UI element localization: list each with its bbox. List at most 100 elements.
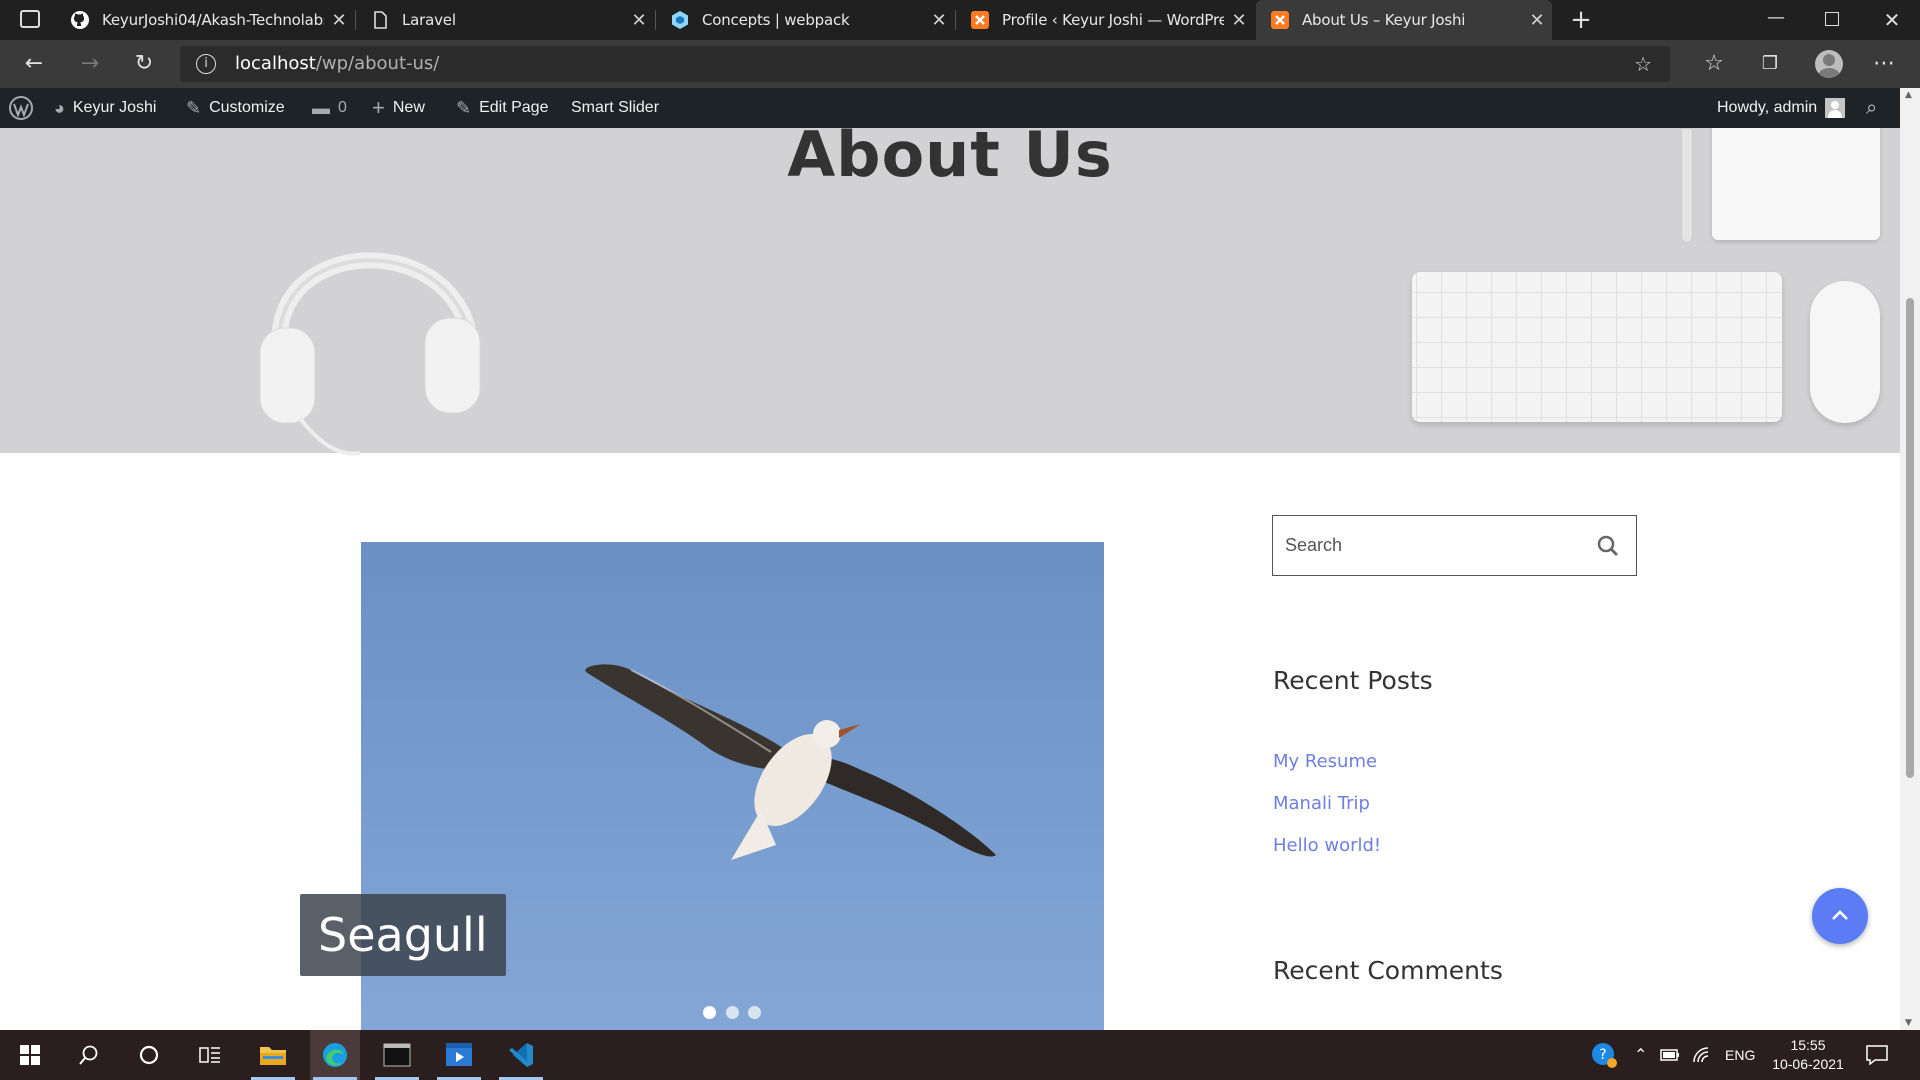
tab-laravel[interactable]: Laravel ✕ xyxy=(356,0,654,40)
settings-more-icon[interactable]: ⋯ xyxy=(1868,48,1900,80)
add-favorite-icon[interactable]: ☆ xyxy=(1634,46,1652,82)
close-icon[interactable]: ✕ xyxy=(1224,10,1254,31)
recent-posts-heading: Recent Posts xyxy=(1273,666,1433,695)
edge-icon xyxy=(323,1043,347,1067)
customize-menu[interactable]: ✎ Customize xyxy=(186,88,285,128)
vscode-button[interactable] xyxy=(496,1030,546,1080)
page-content: About Us Seagull Recent Posts My Resume … xyxy=(0,128,1900,1030)
search-button[interactable] xyxy=(64,1030,114,1080)
chevron-up-icon xyxy=(1832,910,1848,920)
search-input[interactable] xyxy=(1285,516,1585,575)
page-icon xyxy=(374,11,387,29)
terminal-button[interactable] xyxy=(372,1030,422,1080)
task-view-button[interactable] xyxy=(185,1030,235,1080)
browser-toolbar: ← → ↻ i localhost/wp/about-us/ ☆ ☆ ❐ ⋯ xyxy=(0,40,1920,88)
back-button[interactable]: ← xyxy=(18,48,50,80)
recent-post-link[interactable]: My Resume xyxy=(1273,751,1377,772)
headphones-image xyxy=(259,252,481,456)
close-window-button[interactable]: ✕ xyxy=(1876,0,1908,40)
chevron-up-icon: ⌃ xyxy=(1634,1047,1648,1064)
clock[interactable]: 15:55 10-06-2021 xyxy=(1768,1030,1848,1080)
site-name-label: Keyur Joshi xyxy=(72,99,157,116)
tab-wp-profile[interactable]: Profile ‹ Keyur Joshi — WordPress ✕ xyxy=(956,0,1254,40)
help-tray-icon[interactable]: ? xyxy=(1590,1030,1618,1080)
smart-slider-label: Smart Slider xyxy=(571,99,660,116)
media-icon xyxy=(446,1043,472,1066)
new-tab-button[interactable]: + xyxy=(1565,4,1597,36)
site-info-icon[interactable]: i xyxy=(196,54,216,74)
scrollbar-thumb[interactable] xyxy=(1906,298,1914,778)
tab-title: KeyurJoshi04/Akash-Technolabs xyxy=(102,11,324,29)
mouse-image xyxy=(1810,281,1880,423)
close-icon[interactable]: ✕ xyxy=(324,10,354,31)
restore-button[interactable] xyxy=(1825,12,1839,26)
pencil-icon: ✎ xyxy=(456,97,472,118)
scroll-to-top-button[interactable] xyxy=(1812,888,1868,944)
wp-logo-menu[interactable] xyxy=(8,88,34,128)
admin-avatar xyxy=(1825,98,1846,118)
keyboard-image xyxy=(1412,272,1782,422)
new-content-menu[interactable]: + New xyxy=(372,88,425,128)
howdy-label: Howdy, admin xyxy=(1717,99,1818,116)
tab-title: About Us – Keyur Joshi xyxy=(1302,11,1466,29)
page-scrollbar[interactable]: ▲ ▼ xyxy=(1900,88,1920,1030)
start-button[interactable] xyxy=(5,1030,55,1080)
windows-taskbar: ? ⌃ ENG 15:55 10-06-2021 xyxy=(0,1030,1920,1080)
cortana-icon xyxy=(139,1045,159,1065)
edit-page-menu[interactable]: ✎ Edit Page xyxy=(456,88,548,128)
show-hidden-icons-button[interactable]: ⌃ xyxy=(1634,1030,1647,1080)
address-bar[interactable]: i localhost/wp/about-us/ ☆ xyxy=(180,46,1670,82)
page-title: About Us xyxy=(787,128,1113,191)
edge-button[interactable] xyxy=(310,1030,360,1080)
slider-dot-2[interactable] xyxy=(726,1006,739,1019)
network-icon[interactable] xyxy=(1692,1030,1712,1080)
favorites-icon[interactable]: ☆ xyxy=(1698,48,1730,80)
notifications-button[interactable] xyxy=(1866,1030,1888,1080)
comments-count: 0 xyxy=(338,99,347,116)
svg-text:?: ? xyxy=(1599,1047,1606,1063)
minimize-button[interactable]: — xyxy=(1760,0,1792,40)
task-view-icon xyxy=(199,1047,220,1063)
comments-menu[interactable]: ▬ 0 xyxy=(312,88,347,128)
collections-icon[interactable]: ❐ xyxy=(1754,48,1786,80)
reload-button[interactable]: ↻ xyxy=(128,48,160,80)
slide-caption: Seagull xyxy=(300,894,506,976)
clock-date: 10-06-2021 xyxy=(1772,1056,1844,1072)
recent-post-link[interactable]: Manali Trip xyxy=(1273,793,1370,814)
help-icon: ? xyxy=(1592,1043,1617,1068)
tab-title: Concepts | webpack xyxy=(702,11,850,29)
close-icon[interactable]: ✕ xyxy=(1522,10,1552,31)
scroll-up-arrow[interactable]: ▲ xyxy=(1905,90,1912,100)
file-explorer-button[interactable] xyxy=(248,1030,298,1080)
tab-webpack[interactable]: Concepts | webpack ✕ xyxy=(656,0,954,40)
slider-dot-3[interactable] xyxy=(748,1006,761,1019)
search-icon[interactable] xyxy=(1596,534,1620,558)
profile-avatar[interactable] xyxy=(1815,50,1843,78)
hero-banner: About Us xyxy=(0,128,1900,456)
tab-about-us[interactable]: About Us – Keyur Joshi ✕ xyxy=(1256,0,1552,40)
url-path: /wp/about-us/ xyxy=(315,53,440,74)
windows-icon xyxy=(20,1045,40,1065)
forward-button[interactable]: → xyxy=(74,48,106,80)
brush-icon: ✎ xyxy=(186,97,202,118)
recent-post-link[interactable]: Hello world! xyxy=(1273,835,1381,856)
github-icon xyxy=(71,11,89,29)
plus-icon: + xyxy=(372,95,385,120)
slider-dot-1[interactable] xyxy=(703,1006,716,1019)
tab-github[interactable]: KeyurJoshi04/Akash-Technolabs ✕ xyxy=(56,0,354,40)
cortana-button[interactable] xyxy=(124,1030,174,1080)
url-host: localhost xyxy=(235,53,316,74)
site-name-menu[interactable]: ◕ Keyur Joshi xyxy=(54,88,156,128)
tab-actions-icon[interactable] xyxy=(20,10,40,28)
media-app-button[interactable] xyxy=(434,1030,484,1080)
language-indicator[interactable]: ENG xyxy=(1725,1030,1755,1080)
admin-search-icon[interactable]: ⌕ xyxy=(1866,88,1877,128)
close-icon[interactable]: ✕ xyxy=(924,10,954,31)
scroll-down-arrow[interactable]: ▼ xyxy=(1905,1018,1912,1028)
close-icon[interactable]: ✕ xyxy=(624,10,654,31)
my-account-menu[interactable]: Howdy, admin xyxy=(1717,88,1846,128)
wordpress-icon xyxy=(9,96,33,120)
recent-comments-heading: Recent Comments xyxy=(1273,956,1503,985)
smart-slider-menu[interactable]: Smart Slider xyxy=(571,88,659,128)
battery-icon[interactable] xyxy=(1660,1030,1680,1080)
